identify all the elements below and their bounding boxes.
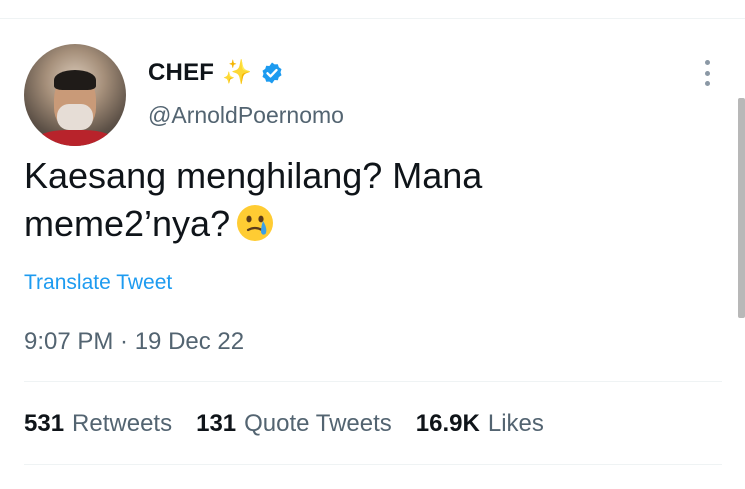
more-dot	[704, 81, 710, 86]
quote-tweets-label: Quote Tweets	[244, 410, 392, 437]
stats-top-divider	[24, 381, 722, 382]
top-divider	[0, 18, 745, 19]
quote-tweets-stat[interactable]: 131 Quote Tweets	[196, 410, 392, 438]
face-holding-back-tears-icon	[236, 204, 274, 254]
verified-badge-icon	[260, 61, 284, 85]
more-options-icon[interactable]	[698, 58, 716, 88]
author-name-row[interactable]: CHEF ✨	[148, 58, 284, 88]
avatar-shirt	[34, 130, 116, 146]
retweets-count: 531	[24, 410, 65, 437]
retweets-stat[interactable]: 531 Retweets	[24, 410, 172, 438]
avatar[interactable]	[24, 44, 126, 146]
likes-stat[interactable]: 16.9K Likes	[416, 410, 544, 438]
retweets-label: Retweets	[72, 410, 173, 437]
tweet-timestamp[interactable]: 9:07 PM · 19 Dec 22	[24, 328, 244, 356]
avatar-mask	[57, 104, 93, 130]
stats-bottom-divider	[24, 464, 722, 465]
more-dot	[704, 70, 710, 76]
likes-count: 16.9K	[415, 410, 480, 437]
scrollbar[interactable]	[738, 98, 745, 318]
avatar-hair	[54, 70, 96, 90]
translate-tweet-link[interactable]: Translate Tweet	[24, 271, 172, 295]
quote-tweets-count: 131	[196, 410, 237, 437]
likes-label: Likes	[487, 410, 544, 437]
tweet-stats: 531 Retweets 131 Quote Tweets 16.9K Likes	[24, 410, 544, 438]
sparkles-icon: ✨	[222, 59, 253, 86]
tweet-text: Kaesang menghilang? Mana meme2’nya?	[24, 152, 644, 254]
more-dot	[704, 60, 710, 65]
author-handle[interactable]: @ArnoldPoernomo	[148, 102, 344, 129]
display-name[interactable]: CHEF	[148, 59, 214, 87]
